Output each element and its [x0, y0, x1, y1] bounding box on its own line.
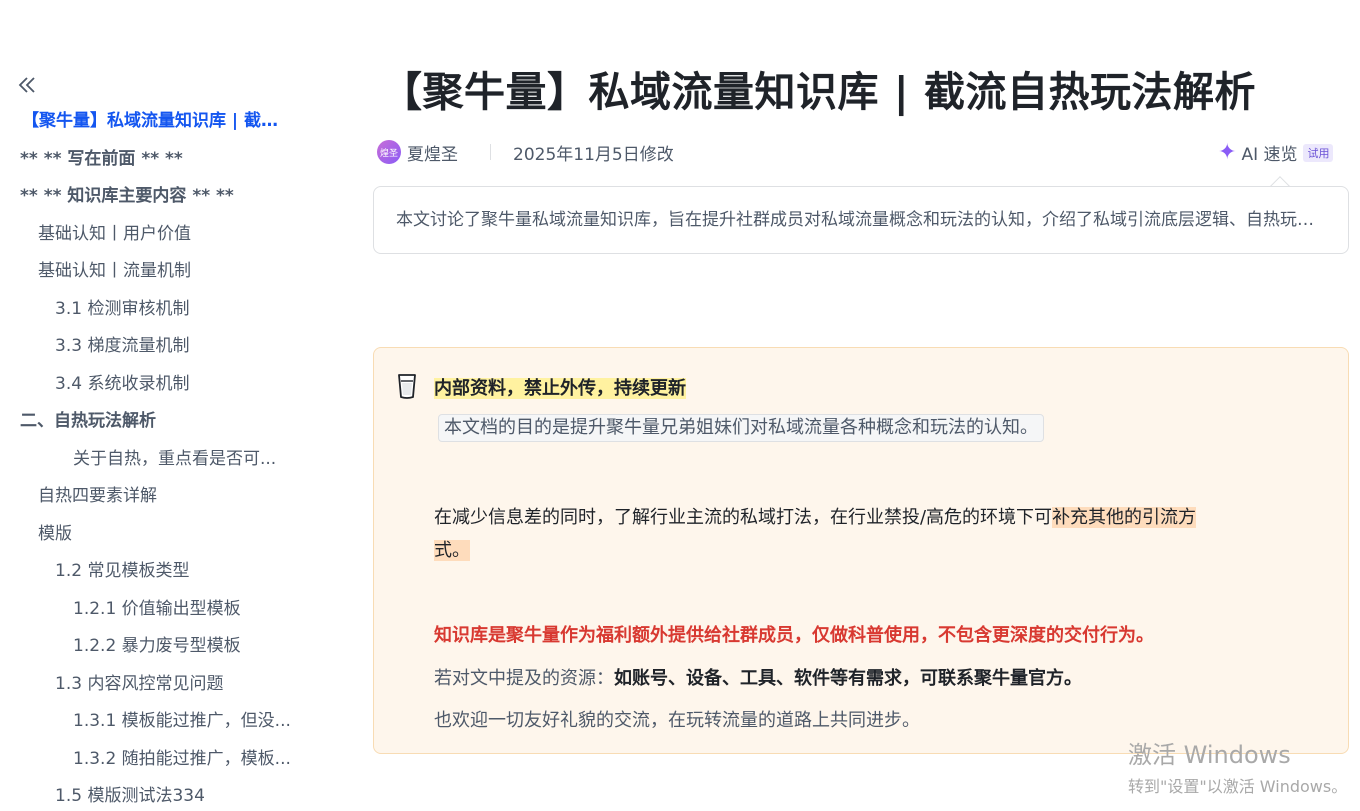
welcome-text: 也欢迎一切友好礼貌的交流，在玩转流量的道路上共同进步。 [434, 710, 920, 731]
resource-prefix: 若对文中提及的资源： [434, 668, 614, 689]
toc-item[interactable]: 1.3.1 模板能过推广，但没... [73, 704, 291, 738]
intro-paragraph-line1: 在减少信息差的同时，了解行业主流的私域打法，在行业禁投/高危的环境下可补充其他的… [434, 503, 1197, 529]
toc-item[interactable]: 3.3 梯度流量机制 [55, 329, 189, 363]
sparkle-icon: ✦ [1218, 139, 1237, 165]
purpose-line: 本文档的目的是提升聚牛量兄弟姐妹们对私域流量各种概念和玩法的认知。 [438, 414, 1044, 442]
toc-item[interactable]: 1.3.2 随拍能过推广，模板... [73, 742, 291, 776]
intro-highlight: 补充其他的引流方 [1052, 507, 1197, 528]
purpose-inline-code: 本文档的目的是提升聚牛量兄弟姐妹们对私域流量各种概念和玩法的认知。 [438, 414, 1044, 442]
windows-activation-watermark: 激活 Windows 转到"设置"以激活 Windows。 [1128, 735, 1347, 797]
intro-paragraph-line2: 式。 [434, 536, 470, 562]
toc-item[interactable]: 自热四要素详解 [38, 479, 157, 513]
resource-line: 若对文中提及的资源：如账号、设备、工具、软件等有需求，可联系聚牛量官方。 [434, 664, 1082, 690]
toc-item[interactable]: 1.2.2 暴力废号型模板 [73, 629, 241, 663]
cup-icon [398, 374, 416, 399]
intro-highlight-end: 式。 [434, 540, 470, 561]
toc-item[interactable]: ** ** 写在前面 ** ** [20, 142, 183, 176]
watermark-subtitle: 转到"设置"以激活 Windows。 [1128, 777, 1348, 796]
toc-item[interactable]: 3.4 系统收录机制 [55, 367, 189, 401]
modified-date: 2025年11月5日修改 [513, 144, 674, 165]
toc-item[interactable]: ** ** 知识库主要内容 ** ** [20, 179, 234, 213]
toc-item[interactable]: 3.1 检测审核机制 [55, 292, 189, 326]
watermark-title: 激活 Windows [1128, 741, 1291, 769]
doc-meta: 煌圣 夏煌圣 2025年11月5日修改 [377, 138, 674, 166]
toc-item[interactable]: 基础认知丨用户价值 [38, 217, 191, 251]
toc-item[interactable]: 二、自热玩法解析 [20, 404, 156, 438]
ai-summary-button[interactable]: ✦ AI 速览 试用 [1218, 139, 1334, 165]
avatar[interactable]: 煌圣 [377, 140, 401, 164]
toc-item[interactable]: 模版 [38, 517, 72, 551]
toc-item[interactable]: 基础认知丨流量机制 [38, 254, 191, 288]
ai-summary-label: AI 速览 [1241, 145, 1298, 165]
resource-bold: 如账号、设备、工具、软件等有需求，可联系聚牛量官方。 [614, 668, 1082, 689]
callout-block: 内部资料，禁止外传，持续更新 本文档的目的是提升聚牛量兄弟姐妹们对私域流量各种概… [373, 347, 1349, 754]
toc-item[interactable]: 关于自热，重点看是否可... [73, 442, 276, 476]
callout-heading-line: 内部资料，禁止外传，持续更新 [434, 374, 686, 400]
toc-item[interactable]: 1.2.1 价值输出型模板 [73, 592, 241, 626]
callout-heading: 内部资料，禁止外传，持续更新 [434, 378, 686, 399]
trial-badge: 试用 [1303, 143, 1334, 162]
page-title: 【聚牛量】私域流量知识库 | 截流自热玩法解析 [381, 68, 1257, 116]
toc-item[interactable]: 1.5 模版测试法334 [55, 779, 205, 811]
meta-divider [490, 144, 491, 160]
toc-item[interactable]: 1.3 内容风控常见问题 [55, 667, 223, 701]
intro-text: 在减少信息差的同时，了解行业主流的私域打法，在行业禁投/高危的环境下可 [434, 507, 1053, 528]
toc-item[interactable]: 1.2 常见模板类型 [55, 554, 189, 588]
ai-summary-text[interactable]: 本文讨论了聚牛量私域流量知识库，旨在提升社群成员对私域流量概念和玩法的认知，介绍… [373, 186, 1349, 254]
collapse-sidebar-icon[interactable] [16, 74, 38, 96]
warning-text: 知识库是聚牛量作为福利额外提供给社群成员，仅做科普使用，不包含更深度的交付行为。 [434, 625, 1154, 646]
toc-item[interactable]: 【聚牛量】私域流量知识库 | 截流自热玩法解析 [22, 104, 292, 138]
author-name[interactable]: 夏煌圣 [407, 140, 458, 165]
sidebar-outline: 【聚牛量】私域流量知识库 | 截流自热玩法解析 ** ** 写在前面 ** ***… [0, 0, 330, 811]
